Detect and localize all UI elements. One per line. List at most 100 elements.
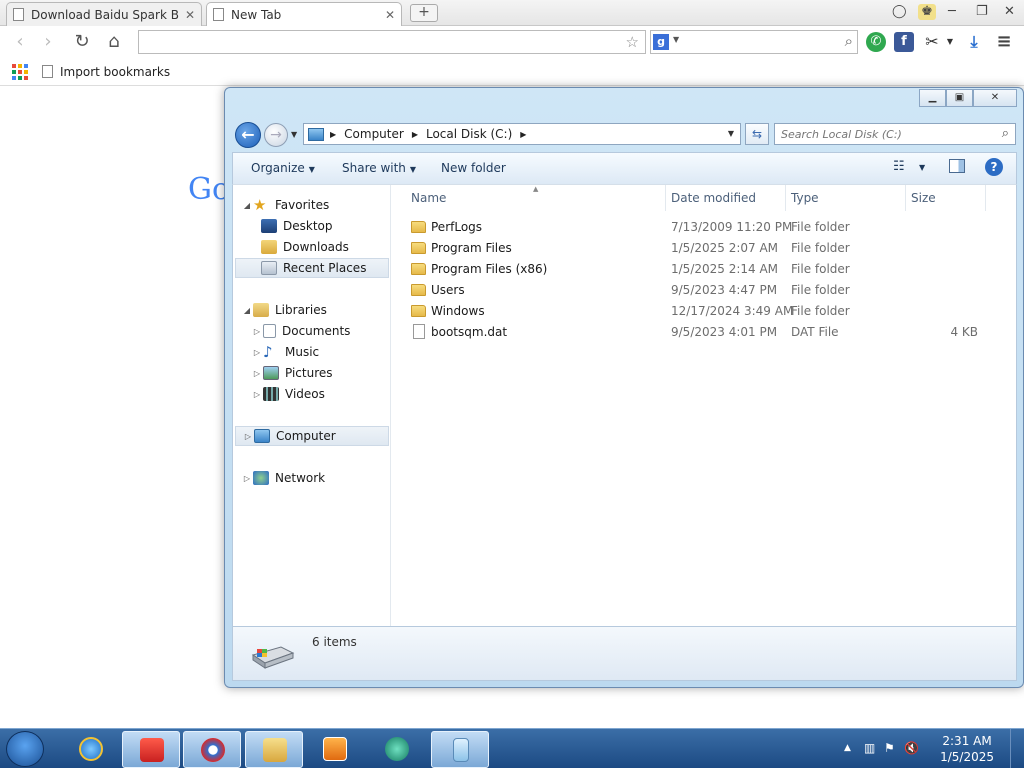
nav-downloads[interactable]: Downloads xyxy=(261,237,349,257)
file-row[interactable]: PerfLogs 7/13/2009 11:20 PM File folder xyxy=(393,217,993,237)
column-date-modified[interactable]: Date modified xyxy=(671,191,756,205)
forward-arrow-icon[interactable]: › xyxy=(36,30,60,54)
internet-explorer-taskbar-button[interactable] xyxy=(62,731,120,768)
import-bookmarks-link[interactable]: Import bookmarks xyxy=(60,65,170,79)
file-row[interactable]: Windows 12/17/2024 3:49 AM File folder xyxy=(393,301,993,321)
minimize-button[interactable]: ▁ xyxy=(919,89,946,107)
messenger-taskbar-button[interactable] xyxy=(368,731,426,768)
home-icon[interactable]: ⌂ xyxy=(102,30,126,54)
action-center-flag-icon[interactable]: ⚑ xyxy=(884,741,895,755)
address-bar[interactable]: ▶ Computer ▶ Local Disk (C:) ▶ ▼ xyxy=(303,123,741,145)
file-row[interactable]: Program Files (x86) 1/5/2025 2:14 AM Fil… xyxy=(393,259,993,279)
expand-arrow-icon[interactable]: ▷ xyxy=(251,369,263,378)
window-taskbar-button[interactable] xyxy=(431,731,489,768)
nav-recent-places[interactable]: Recent Places xyxy=(235,258,389,278)
volume-muted-icon[interactable]: 🔇 xyxy=(904,741,919,755)
refresh-icon[interactable]: ⇆ xyxy=(745,123,769,145)
baidu-browser-taskbar-button[interactable] xyxy=(183,731,241,768)
chevron-down-icon[interactable]: ▼ xyxy=(673,35,679,44)
tab-close-icon[interactable]: ✕ xyxy=(185,8,195,22)
nav-music[interactable]: ▷ ♪ Music xyxy=(251,342,319,362)
restore-button[interactable]: ❐ xyxy=(976,4,988,19)
chevron-down-icon[interactable]: ▼ xyxy=(728,129,734,138)
expand-arrow-icon[interactable]: ▷ xyxy=(251,390,263,399)
start-button[interactable] xyxy=(6,731,44,767)
nav-documents[interactable]: ▷ Documents xyxy=(251,321,350,341)
nav-pictures[interactable]: ▷ Pictures xyxy=(251,363,333,383)
breadcrumb-arrow-icon[interactable]: ▶ xyxy=(330,130,336,139)
expand-arrow-icon[interactable]: ▷ xyxy=(251,327,263,336)
column-divider[interactable] xyxy=(985,185,986,211)
google-icon[interactable]: g xyxy=(653,34,669,50)
column-divider[interactable] xyxy=(905,185,906,211)
clock[interactable]: 2:31 AM 1/5/2025 xyxy=(940,733,994,765)
share-with-button[interactable]: Share with ▼ xyxy=(342,161,416,175)
nav-desktop[interactable]: Desktop xyxy=(261,216,333,236)
facebook-icon[interactable]: f xyxy=(894,32,914,52)
search-engine-box[interactable]: g ▼ ⌕ xyxy=(650,30,858,54)
chat-extension-icon[interactable]: ✆ xyxy=(866,32,886,52)
tab-baidu-download[interactable]: Download Baidu Spark Bro ✕ xyxy=(6,2,202,26)
nav-libraries[interactable]: ◢ Libraries xyxy=(241,300,327,320)
nav-network[interactable]: ▷ Network xyxy=(241,468,325,488)
help-icon[interactable]: ? xyxy=(985,158,1003,176)
column-divider[interactable] xyxy=(665,185,666,211)
expand-arrow-icon[interactable]: ▷ xyxy=(251,348,263,357)
tab-close-icon[interactable]: ✕ xyxy=(385,8,395,22)
close-button[interactable]: ✕ xyxy=(973,89,1017,107)
back-arrow-icon[interactable]: ‹ xyxy=(8,30,32,54)
reload-icon[interactable]: ↻ xyxy=(70,30,94,54)
file-row[interactable]: Program Files 1/5/2025 2:07 AM File fold… xyxy=(393,238,993,258)
chat-bubble-icon[interactable]: ◯ xyxy=(892,4,907,19)
chevron-down-icon[interactable]: ▼ xyxy=(919,163,925,172)
app-taskbar-button[interactable] xyxy=(122,731,180,768)
recent-pages-dropdown-icon[interactable]: ▼ xyxy=(291,130,297,139)
apps-icon[interactable] xyxy=(12,63,28,80)
search-icon[interactable]: ⌕ xyxy=(1002,126,1009,141)
menu-icon[interactable]: ≡ xyxy=(994,32,1014,52)
expand-arrow-icon[interactable]: ▷ xyxy=(242,432,254,441)
breadcrumb-local-disk[interactable]: Local Disk (C:) xyxy=(426,127,512,141)
scissors-icon[interactable]: ✂ xyxy=(922,32,942,52)
new-tab-button[interactable]: + xyxy=(410,4,438,22)
breadcrumb-arrow-icon[interactable]: ▶ xyxy=(412,130,418,139)
expand-arrow-icon[interactable]: ▷ xyxy=(241,474,253,483)
show-hidden-icons[interactable]: ▲ xyxy=(844,743,851,753)
shirt-icon[interactable]: ♚ xyxy=(918,4,936,20)
view-options-icon[interactable]: ☷ xyxy=(893,159,905,174)
file-explorer-taskbar-button[interactable] xyxy=(245,731,303,768)
nav-computer[interactable]: ▷ Computer xyxy=(235,426,389,446)
column-type[interactable]: Type xyxy=(791,191,819,205)
minimize-button[interactable]: ─ xyxy=(948,4,956,19)
chevron-down-icon[interactable]: ▼ xyxy=(940,32,960,52)
collapse-arrow-icon[interactable]: ◢ xyxy=(241,306,253,315)
file-row[interactable]: bootsqm.dat 9/5/2023 4:01 PM DAT File 4 … xyxy=(393,322,993,342)
close-button[interactable]: ✕ xyxy=(1004,4,1015,19)
nav-videos[interactable]: ▷ Videos xyxy=(251,384,325,404)
search-box[interactable]: ⌕ xyxy=(774,123,1016,145)
column-name[interactable]: Name xyxy=(411,191,446,205)
bookmark-star-icon[interactable]: ☆ xyxy=(626,33,639,51)
file-row[interactable]: Users 9/5/2023 4:47 PM File folder xyxy=(393,280,993,300)
organize-button[interactable]: Organize ▼ xyxy=(251,161,315,175)
download-icon[interactable]: ⤓ xyxy=(964,32,984,52)
network-tray-icon[interactable]: ▥ xyxy=(864,741,875,755)
column-divider[interactable] xyxy=(785,185,786,211)
search-icon[interactable]: ⌕ xyxy=(845,32,853,50)
breadcrumb-computer[interactable]: Computer xyxy=(344,127,404,141)
maximize-button[interactable]: ▣ xyxy=(946,89,973,107)
column-size[interactable]: Size xyxy=(911,191,936,205)
show-desktop-button[interactable] xyxy=(1010,729,1024,768)
forward-arrow-icon[interactable]: → xyxy=(264,123,288,147)
address-bar[interactable]: ☆ xyxy=(138,30,646,54)
back-arrow-icon[interactable]: ← xyxy=(235,122,261,148)
new-folder-button[interactable]: New folder xyxy=(441,161,506,175)
search-input[interactable] xyxy=(781,125,991,143)
messenger-icon xyxy=(385,737,409,761)
tab-new-tab[interactable]: New Tab ✕ xyxy=(206,2,402,26)
media-player-taskbar-button[interactable] xyxy=(306,731,364,768)
collapse-arrow-icon[interactable]: ◢ xyxy=(241,201,253,210)
preview-pane-icon[interactable] xyxy=(949,159,965,173)
nav-favorites[interactable]: ◢ ★ Favorites xyxy=(241,195,329,215)
breadcrumb-arrow-icon[interactable]: ▶ xyxy=(520,130,526,139)
